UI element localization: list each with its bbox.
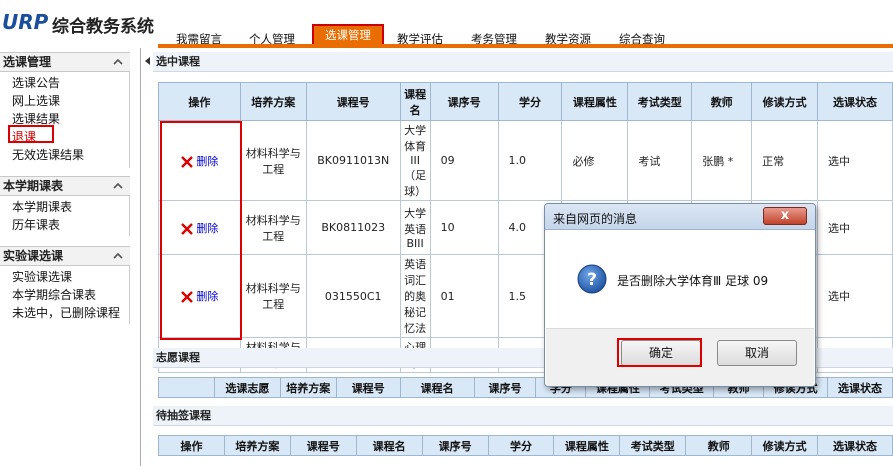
chevron-up-icon[interactable]	[112, 55, 124, 69]
collapse-sidebar-icon[interactable]	[145, 57, 150, 65]
col-header	[158, 377, 215, 398]
cell-seq: 01	[429, 254, 499, 338]
cell-status: 选中	[817, 254, 893, 338]
chevron-up-icon[interactable]	[112, 179, 124, 193]
col-header: 培养方案	[223, 435, 291, 456]
cell-code: 031550C1	[305, 254, 401, 338]
cell-status: 选中	[817, 120, 893, 201]
col-header: 操作	[158, 435, 225, 456]
col-header: 教师	[685, 435, 753, 456]
col-header: 选课状态	[827, 377, 893, 398]
dialog-title: 来自网页的消息	[553, 212, 638, 226]
col-header: 课程名	[399, 82, 431, 121]
cell-seq: 09	[429, 120, 499, 201]
cell-credit: 1.0	[497, 120, 563, 201]
col-header: 课程号	[305, 82, 401, 121]
cell-status: 选中	[817, 200, 893, 255]
sidebar-item-online-selection[interactable]: 网上选课	[12, 92, 60, 109]
table-header-row: 操作 培养方案 课程号 课程名 课序号 学分 课程属性 考试类型 教师 修读方式…	[158, 435, 893, 456]
cell-code: BK0911013N	[305, 120, 401, 201]
dialog-message: 是否删除大学体育Ⅲ 足球 09	[617, 274, 769, 288]
cell-name: 英语词汇的奥秘记忆法	[399, 254, 431, 338]
col-header: 课序号	[421, 435, 489, 456]
sidebar-item-invalid-results[interactable]: 无效选课结果	[12, 146, 84, 163]
question-icon: ?	[577, 264, 607, 294]
sidebar-item-combined-timetable[interactable]: 本学期综合课表	[12, 286, 96, 303]
sidebar-group-timetable[interactable]: 本学期课表	[0, 176, 130, 196]
table-header-row: 操作 培养方案 课程号 课程名 课序号 学分 课程属性 考试类型 教师 修读方式…	[158, 82, 893, 121]
sidebar-group-lab-selection[interactable]: 实验课选课	[0, 246, 130, 266]
col-header: 修读方式	[751, 435, 819, 456]
col-header: 考试类型	[627, 82, 693, 121]
sidebar-group-body: 选课公告 网上选课 选课结果 退课 无效选课结果	[0, 72, 130, 168]
sidebar-group-title: 本学期课表	[3, 179, 64, 193]
col-header: 选课状态	[817, 435, 893, 456]
col-header: 课程属性	[561, 82, 629, 121]
ok-button-highlight	[617, 338, 702, 367]
sidebar-item-lab-selection[interactable]: 实验课选课	[12, 268, 72, 285]
app-title: 综合教务系统	[52, 17, 154, 37]
col-header: 学分	[487, 435, 555, 456]
nav-item-course-selection[interactable]: 选课管理	[312, 24, 384, 46]
cell-name: 大学英语BIII	[399, 200, 431, 255]
col-header: 课程号	[289, 435, 357, 456]
col-header: 修读方式	[751, 82, 819, 121]
col-header: 选课状态	[817, 82, 893, 121]
chevron-up-icon[interactable]	[112, 249, 124, 263]
col-header: 课程名	[399, 377, 475, 398]
col-header: 考试类型	[619, 435, 687, 456]
cell-code: BK0811023	[305, 200, 401, 255]
header-accent-bar	[158, 44, 893, 48]
cancel-button[interactable]: 取消	[717, 340, 797, 366]
svg-text:?: ?	[587, 270, 597, 290]
col-header: 教师	[691, 82, 753, 121]
sidebar-item-past-timetable[interactable]: 历年课表	[12, 216, 60, 233]
col-header: 培养方案	[239, 82, 307, 121]
cell-mode: 正常	[751, 120, 819, 201]
col-header: 课序号	[429, 82, 499, 121]
cell-teacher: 张鹏 *	[691, 120, 753, 201]
dialog-close-button[interactable]: x	[763, 207, 807, 225]
cell-plan: 材料科学与工程	[239, 200, 307, 255]
col-header: 课程号	[335, 377, 401, 398]
col-header: 选课志愿	[213, 377, 281, 398]
sidebar-group-body: 本学期课表 历年课表	[0, 196, 130, 236]
cell-plan: 材料科学与工程	[239, 120, 307, 201]
sidebar-group-title: 实验课选课	[3, 249, 64, 263]
col-header: 学分	[497, 82, 563, 121]
col-header: 课程名	[355, 435, 423, 456]
lottery-courses-title: 待抽签课程	[153, 406, 893, 426]
cell-plan: 材料科学与工程	[239, 254, 307, 338]
table-row: 删除 材料科学与工程 BK0911013N 大学体育III（足球） 09 1.0…	[158, 120, 893, 201]
cell-seq: 10	[429, 200, 499, 255]
sidebar-group-title: 选课管理	[3, 55, 52, 69]
lottery-courses-table: 操作 培养方案 课程号 课程名 课序号 学分 课程属性 考试类型 教师 修读方式…	[158, 435, 893, 456]
sidebar-item-term-timetable[interactable]: 本学期课表	[12, 198, 72, 215]
col-header: 操作	[158, 82, 241, 121]
sidebar-group-body: 实验课选课 本学期综合课表 未选中，已删除课程	[0, 266, 130, 324]
col-header: 培养方案	[279, 377, 337, 398]
cell-name: 大学体育III（足球）	[399, 120, 431, 201]
sidebar-item-announcement[interactable]: 选课公告	[12, 74, 60, 91]
cell-attr: 必修	[561, 120, 629, 201]
drop-course-highlight	[8, 125, 54, 143]
cell-exam: 考试	[627, 120, 693, 201]
sidebar-group-course-selection[interactable]: 选课管理	[0, 52, 130, 72]
app-logo: URP	[2, 10, 49, 34]
col-header: 课序号	[473, 377, 537, 398]
selected-courses-title: 选中课程	[153, 52, 893, 72]
col-header: 课程属性	[553, 435, 621, 456]
sidebar-item-deleted-courses[interactable]: 未选中，已删除课程	[12, 304, 120, 321]
delete-column-highlight	[160, 121, 242, 340]
sidebar-divider	[140, 48, 141, 466]
